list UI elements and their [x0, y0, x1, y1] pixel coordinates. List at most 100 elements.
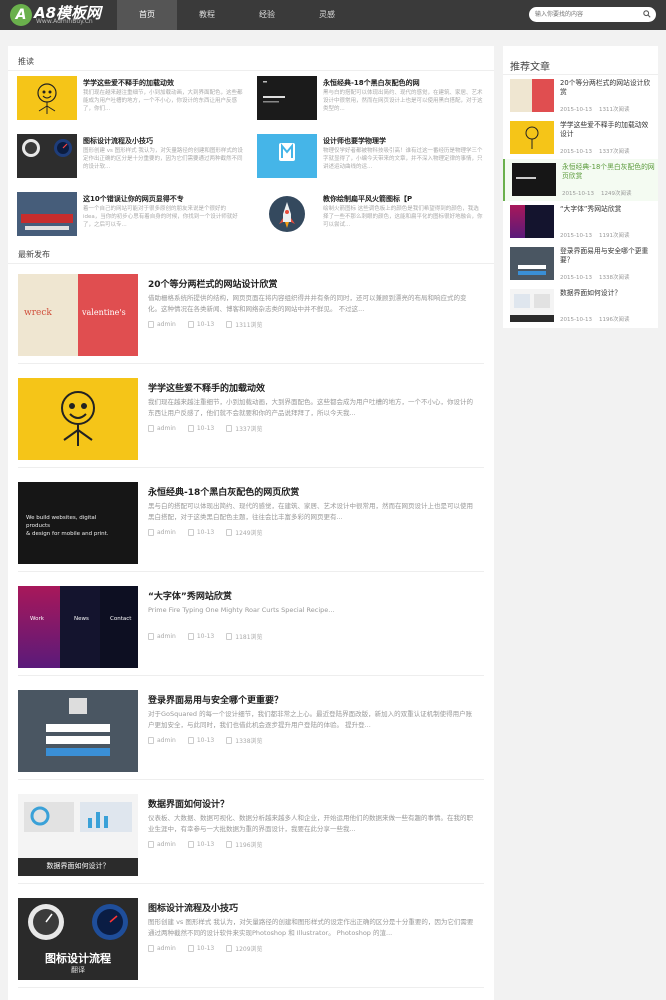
- thumb-text: We build websites, digital products: [26, 515, 97, 529]
- recommend-thumb: [17, 76, 77, 120]
- recommend-thumb: [17, 192, 77, 236]
- recommend-title: 教你绘制扁平风火箭图标【P: [323, 195, 413, 203]
- recommend-thumb: [257, 192, 317, 236]
- logo-url: Www.AdminBuy.Cn: [36, 18, 93, 25]
- article-date: 10-13: [196, 425, 215, 432]
- sidebar-item-title: 数据界面如何设计？: [560, 289, 622, 297]
- nav-item-tutorial[interactable]: 教程: [177, 0, 237, 30]
- recommend-item[interactable]: 设计师也要学物理学 物理仅学好者都被物科技吸引高！谁有过这一番经历是物理学三个字…: [253, 131, 489, 189]
- sidebar-thumb: [510, 205, 554, 238]
- article-meta: admin 10-13 1196浏览: [148, 840, 263, 849]
- article-title[interactable]: 永恒经典-18个黑白灰配色的网页欣赏: [148, 485, 299, 498]
- article-thumb: 图标设计流程 翻译: [18, 898, 138, 980]
- article-item[interactable]: We build websites, digital products & de…: [18, 472, 484, 572]
- recommend-title: 学学这些爱不释手的加载动效: [83, 79, 174, 87]
- search-icon[interactable]: [643, 10, 651, 18]
- article-author: admin: [157, 737, 176, 744]
- article-meta: admin 10-13 1338浏览: [148, 736, 263, 745]
- user-icon: [148, 945, 154, 952]
- thumb-text: 翻译: [71, 966, 85, 974]
- article-author: admin: [157, 633, 176, 640]
- eye-icon: [226, 737, 233, 744]
- sidebar-item-meta: 2015-10-13 1196次阅读: [560, 317, 630, 323]
- clock-icon: [187, 841, 194, 848]
- recommend-item[interactable]: 教你绘制扁平风火箭图标【P 绘制火箭图标 这些调色板上的颜色是我们希望得到的颜色…: [253, 189, 489, 247]
- article-title[interactable]: 图标设计流程及小技巧: [148, 901, 238, 914]
- eye-icon: [226, 945, 233, 952]
- article-desc: 对于GoSquared 的每一个设计细节，我们都非常之上心。最近登陆界面改版，新…: [148, 710, 473, 729]
- sidebar-item[interactable]: “大字体”秀网站欣赏 2015-10-13 1191次阅读: [503, 201, 658, 243]
- recommend-item[interactable]: 永恒经典-18个黑白灰配色的网 黑与白的搭配可以体现出简约、现代的感觉，在建筑、…: [253, 73, 489, 131]
- eye-icon: [226, 841, 233, 848]
- clock-icon: [187, 529, 194, 536]
- article-author: admin: [157, 841, 176, 848]
- article-title[interactable]: 登录界面易用与安全哪个更重要？: [148, 693, 283, 706]
- sidebar-thumb: [510, 289, 554, 322]
- sidebar-item[interactable]: 数据界面如何设计？ 2015-10-13 1196次阅读: [503, 285, 658, 327]
- recommend-title: 这10个错误让你的网页显得不专: [83, 195, 184, 203]
- article-title[interactable]: 20个等分两栏式的网站设计欣赏: [148, 277, 278, 290]
- sidebar-thumb: [512, 163, 556, 196]
- article-item[interactable]: Work News Contact “大字体”秀网站欣赏 Prime Fire …: [18, 576, 484, 676]
- main-content: 推读 学学这些爱不释手的加载动效 我们现在越来越注重细节，小到加载动画，大到界面…: [8, 46, 494, 1000]
- sidebar-item-meta: 2015-10-13 1249次阅读: [562, 191, 632, 197]
- sidebar-item[interactable]: 学学这些爱不释手的加载动效设计 2015-10-13 1337次阅读: [503, 117, 658, 159]
- sidebar-item-title: 20个等分两栏式的网站设计欣赏: [560, 79, 651, 96]
- article-views: 1196浏览: [235, 842, 263, 849]
- article-item[interactable]: wreck valentine's 20个等分两栏式的网站设计欣赏 借助栅格系统…: [18, 264, 484, 364]
- user-icon: [148, 737, 154, 744]
- article-date: 10-13: [196, 529, 215, 536]
- article-item[interactable]: 数据界面如何设计？ 数据界面如何设计？ 仪表板、大数据、数据可视化、数据分析越来…: [18, 784, 484, 884]
- article-title[interactable]: 学学这些爱不释手的加载动效: [148, 381, 265, 394]
- sidebar-item[interactable]: 20个等分两栏式的网站设计欣赏 2015-10-13 1311次阅读: [503, 75, 658, 117]
- nav-item-experience[interactable]: 经验: [237, 0, 297, 30]
- clock-icon: [187, 945, 194, 952]
- sidebar-item-meta: 2015-10-13 1338次阅读: [560, 275, 630, 281]
- article-date: 10-13: [196, 633, 215, 640]
- article-title[interactable]: 数据界面如何设计？: [148, 797, 229, 810]
- main-nav: 首页 教程 经验 灵感: [117, 0, 357, 30]
- article-date: 10-13: [196, 321, 215, 328]
- logo-mark: A: [10, 4, 32, 26]
- nav-item-inspiration[interactable]: 灵感: [297, 0, 357, 30]
- search-box: [529, 7, 656, 22]
- eye-icon: [226, 633, 233, 640]
- article-thumb: [18, 378, 138, 460]
- article-item[interactable]: 图标设计流程 翻译 图标设计流程及小技巧 图形创建 vs 图形样式 我认为，对矢…: [18, 888, 484, 988]
- user-icon: [148, 425, 154, 432]
- article-item[interactable]: 学学这些爱不释手的加载动效 我们现在越来越注重细节，小到加载动画，大到界面配色。…: [18, 368, 484, 468]
- recommend-item[interactable]: 这10个错误让你的网页显得不专 着一个自己的网站可能对于很多原创的朋友来说是个很…: [13, 189, 249, 247]
- clock-icon: [187, 425, 194, 432]
- sidebar-thumb: [510, 247, 554, 280]
- article-item[interactable]: 登录界面易用与安全哪个更重要？ 对于GoSquared 的每一个设计细节，我们都…: [18, 680, 484, 780]
- top-navigation-bar: A A8模板网 Www.AdminBuy.Cn 首页 教程 经验 灵感: [0, 0, 666, 30]
- user-icon: [148, 633, 154, 640]
- recommend-desc: 着一个自己的网站可能对于很多原创的朋友来说是个很好的idea，当你的初步心思有着…: [83, 206, 238, 228]
- article-title[interactable]: “大字体”秀网站欣赏: [148, 589, 232, 602]
- article-thumb: We build websites, digital products & de…: [18, 482, 138, 564]
- sidebar-title: 推荐文章: [510, 62, 550, 73]
- sidebar-item[interactable]: 永恒经典-18个黑白灰配色的网页欣赏 2015-10-13 1249次阅读: [503, 159, 658, 201]
- thumb-text: Contact: [110, 616, 132, 622]
- article-desc: 图形创建 vs 图形样式 我认为，对矢量路径的创建和图形样式的设定作出正确的区分…: [148, 918, 474, 937]
- article-thumb: Work News Contact: [18, 586, 138, 668]
- article-author: admin: [157, 321, 176, 328]
- thumb-text: 数据界面如何设计？: [46, 862, 110, 870]
- article-meta: admin 10-13 1311浏览: [148, 320, 263, 329]
- nav-item-home[interactable]: 首页: [117, 0, 177, 30]
- article-thumb: wreck valentine's: [18, 274, 138, 356]
- site-logo[interactable]: A A8模板网 Www.AdminBuy.Cn: [10, 3, 110, 27]
- recommend-desc: 物理仅学好者都被物科技吸引高！谁有过这一番经历是物理学三个字就显得了，小编今天带…: [323, 148, 483, 170]
- recommend-item[interactable]: 图标设计流程及小技巧 图形创建 vs 图形样式 我认为，对矢量路径的创建和图形样…: [13, 131, 249, 189]
- eye-icon: [226, 321, 233, 328]
- search-input[interactable]: [535, 8, 635, 21]
- recommend-thumb: [17, 134, 77, 178]
- article-views: 1337浏览: [235, 426, 263, 433]
- article-desc: 我们现在越来越注重细节，小到加载动画，大到界面配色。这些都会成为用户吐槽的地方，…: [148, 398, 473, 417]
- recommend-item[interactable]: 学学这些爱不释手的加载动效 我们现在越来越注重细节，小到加载动画，大到界面配色，…: [13, 73, 249, 131]
- article-views: 1181浏览: [235, 634, 263, 641]
- article-views: 1249浏览: [235, 530, 263, 537]
- sidebar-item[interactable]: 登录界面易用与安全哪个更重要？ 2015-10-13 1338次阅读: [503, 243, 658, 285]
- latest-section-title: 最新发布: [18, 250, 50, 259]
- clock-icon: [187, 321, 194, 328]
